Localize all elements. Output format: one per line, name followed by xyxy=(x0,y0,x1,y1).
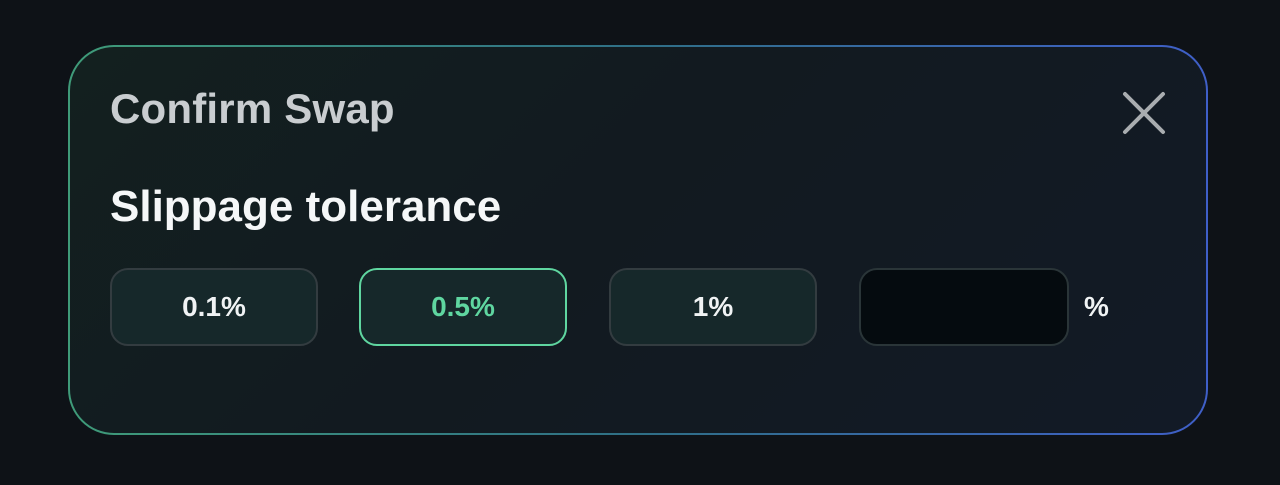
dialog-title: Confirm Swap xyxy=(110,85,395,132)
confirm-swap-dialog: Confirm Swap Slippage tolerance 0.1% 0.5… xyxy=(70,47,1206,433)
slippage-option-0-1[interactable]: 0.1% xyxy=(110,268,318,346)
custom-slippage-input[interactable] xyxy=(859,268,1069,346)
slippage-option-0-5[interactable]: 0.5% xyxy=(359,268,567,346)
confirm-swap-dialog-border: Confirm Swap Slippage tolerance 0.1% 0.5… xyxy=(68,45,1208,435)
slippage-tolerance-label: Slippage tolerance xyxy=(110,182,502,231)
percent-unit-label: % xyxy=(1084,291,1109,322)
close-icon xyxy=(1123,92,1165,134)
slippage-option-1[interactable]: 1% xyxy=(609,268,817,346)
close-button[interactable] xyxy=(1122,91,1166,135)
